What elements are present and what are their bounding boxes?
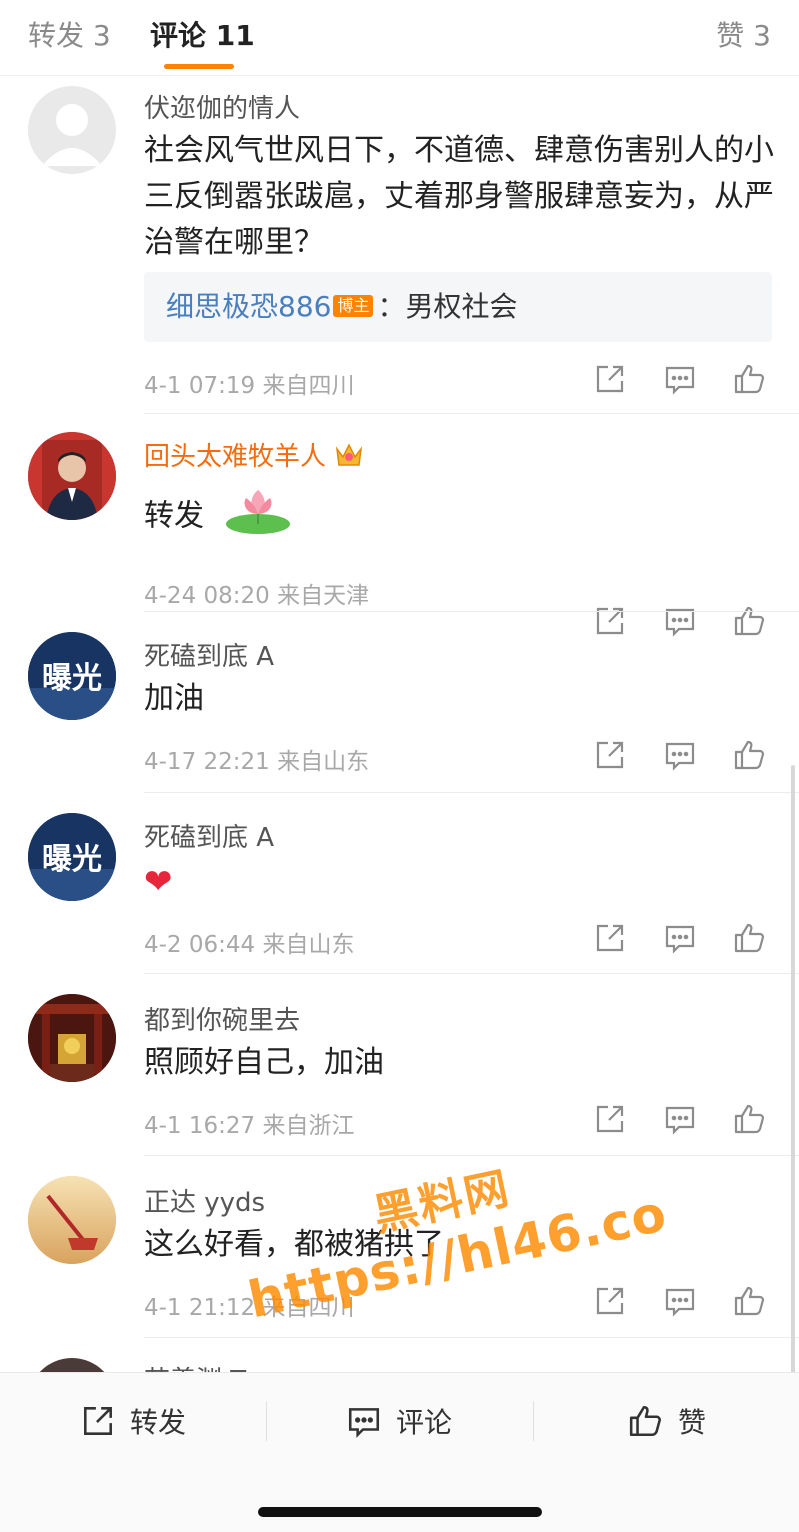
reply-author[interactable]: 细思极恐886 (166, 290, 331, 323)
comment-button[interactable]: 评论 (346, 1401, 452, 1445)
default-avatar[interactable] (28, 86, 116, 174)
tab-like[interactable]: 赞 3 (716, 14, 771, 54)
comment-username[interactable]: 伏迩伽的情人 (144, 88, 300, 125)
comment-username[interactable]: 死磕到底 A (144, 636, 274, 673)
comment-icon[interactable] (663, 921, 697, 955)
share-icon[interactable] (593, 738, 627, 772)
comment-actions (593, 738, 773, 778)
share-icon (80, 1403, 116, 1439)
active-tab-indicator (164, 64, 234, 69)
like-icon[interactable] (733, 1102, 767, 1136)
vip-crown-icon (334, 439, 364, 476)
comment-actions (593, 1284, 773, 1324)
like-icon[interactable] (733, 738, 767, 772)
share-icon[interactable] (593, 1284, 627, 1318)
comment-icon[interactable] (663, 1102, 697, 1136)
svg-text:曝光: 曝光 (42, 842, 102, 877)
share-icon[interactable] (593, 362, 627, 396)
comment-text: 这么好看，都被猪拱了 (144, 1227, 444, 1262)
comment-username[interactable]: 都到你碗里去 (144, 1000, 300, 1037)
comment-item: 苗羡渊 Tower (0, 1338, 799, 1372)
share-icon[interactable] (593, 921, 627, 955)
comment-item: 都到你碗里去 照顾好自己，加油 4-1 16:27 来自浙江 (0, 974, 799, 1156)
comment-text: 转发 (144, 480, 784, 554)
user-avatar[interactable] (28, 1358, 116, 1372)
tab-comment[interactable]: 评论 11 (150, 14, 255, 54)
police-photo-avatar[interactable] (28, 432, 116, 520)
heart-emoji: ❤ (144, 862, 173, 902)
comment-item: 伏迩伽的情人 社会风气世风日下，不道德、肆意伤害别人的小三反倒嚣张跋扈，丈着那身… (0, 76, 799, 414)
like-label: 赞 (678, 1406, 707, 1439)
scrollbar[interactable] (791, 765, 795, 1372)
temple-avatar[interactable] (28, 994, 116, 1082)
comment-username[interactable]: 正达 yyds (144, 1182, 265, 1219)
comment-username[interactable]: 回头太难牧羊人 (144, 436, 364, 476)
comment-meta: 4-1 16:27 来自浙江 (144, 1113, 355, 1139)
sunset-avatar[interactable] (28, 1176, 116, 1264)
like-icon[interactable] (733, 1284, 767, 1318)
tab-repost[interactable]: 转发 3 (28, 14, 111, 54)
separator (533, 1401, 534, 1441)
author-badge: 博主 (333, 295, 374, 317)
comment-text: 社会风气世风日下，不道德、肆意伤害别人的小三反倒嚣张跋扈，丈着那身警服肆意妄为，… (144, 133, 774, 260)
comment-text: 照顾好自己，加油 (144, 1045, 384, 1080)
like-icon[interactable] (733, 362, 767, 396)
lotus-emoji (220, 480, 300, 554)
comment-meta: 4-17 22:21 来自山东 (144, 749, 370, 775)
repost-button[interactable]: 转发 (80, 1401, 186, 1445)
comment-username[interactable]: 死磕到底 A (144, 817, 274, 854)
comment-meta: 4-1 21:12 来自四川 (144, 1295, 355, 1321)
comment-icon[interactable] (663, 362, 697, 396)
share-icon[interactable] (593, 1102, 627, 1136)
exposure-avatar[interactable]: 曝光 (28, 813, 116, 901)
comment-item: 回头太难牧羊人 转发 4-24 08:20 来自天津 (0, 414, 799, 637)
comment-list: 伏迩伽的情人 社会风气世风日下，不道德、肆意伤害别人的小三反倒嚣张跋扈，丈着那身… (0, 76, 799, 1372)
comment-item: 曝光 死磕到底 A ❤ 4-2 06:44 来自山东 (0, 793, 799, 974)
comment-actions (593, 1102, 773, 1142)
comment-meta: 4-1 07:19 来自四川 (144, 373, 355, 399)
comment-username[interactable]: 苗羡渊 Tower (144, 1360, 306, 1372)
comment-tabs: 转发 3 评论 11 赞 3 (0, 0, 799, 76)
comment-meta: 4-24 08:20 来自天津 (144, 583, 370, 609)
comment-icon[interactable] (663, 1284, 697, 1318)
reply-preview[interactable]: 细思极恐886 博主 ：男权社会 (144, 272, 772, 342)
comment-label: 评论 (396, 1406, 453, 1439)
exposure-avatar[interactable]: 曝光 (28, 632, 116, 720)
comment-icon[interactable] (663, 738, 697, 772)
comment-item: 正达 yyds 这么好看，都被猪拱了 4-1 21:12 来自四川 (0, 1156, 799, 1338)
comment-actions (593, 921, 773, 961)
comment-actions (593, 362, 773, 402)
reply-text: ：男权社会 (377, 290, 518, 323)
comment-icon (346, 1403, 382, 1439)
like-button[interactable]: 赞 (628, 1401, 706, 1445)
repost-label: 转发 (130, 1406, 187, 1439)
comment-meta: 4-2 06:44 来自山东 (144, 932, 355, 958)
home-indicator[interactable] (258, 1507, 542, 1517)
like-icon[interactable] (733, 921, 767, 955)
comment-text: 加油 (144, 681, 204, 716)
separator (266, 1401, 267, 1441)
svg-text:曝光: 曝光 (42, 661, 102, 696)
like-icon (628, 1403, 664, 1439)
comment-item: 曝光 死磕到底 A 加油 4-17 22:21 来自山东 (0, 612, 799, 793)
